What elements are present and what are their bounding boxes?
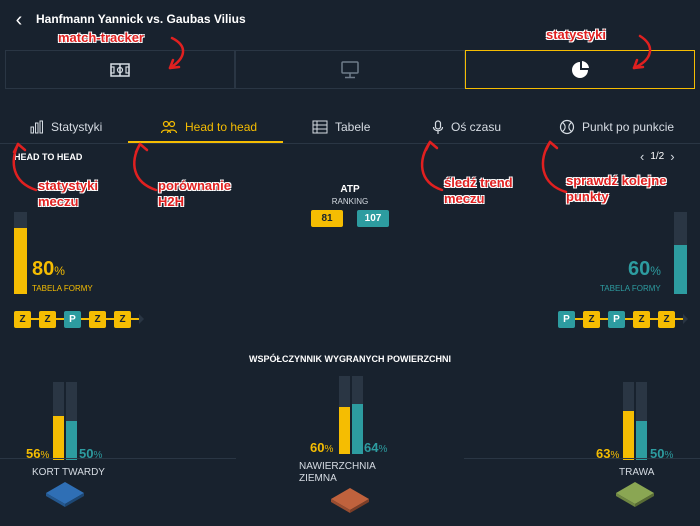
surface-p2-percent: 64% (364, 440, 388, 455)
divider (464, 458, 700, 459)
player2-result-chip[interactable]: Z (633, 310, 650, 328)
player1-result-chip[interactable]: Z (89, 310, 106, 328)
surface-p2-bar (66, 382, 77, 460)
surface-p1-percent: 60% (310, 440, 334, 455)
surface-title: WSPÓŁCZYNNIK WYGRANYCH POWIERZCHNI (249, 354, 451, 364)
player2-result-chip[interactable]: P (558, 310, 575, 328)
surface-p1-bar (623, 382, 634, 460)
player1-form-label: TABELA FORMY (32, 284, 93, 293)
grass-icon (616, 482, 654, 507)
player1-result-chip[interactable]: Z (14, 310, 31, 328)
surface-p2-fill (636, 421, 647, 460)
annotation-points-line1: sprawdź kolejne (566, 173, 667, 188)
divider (0, 458, 236, 459)
player2-form-percent: 60% (628, 258, 661, 280)
annotation-h2h-line1: porównanie (158, 178, 231, 193)
atp-label: ATP (340, 184, 360, 195)
surface-p1-value: 60 (310, 440, 325, 455)
annotation-h2h-line2: H2H (158, 194, 185, 209)
player2-result-chip[interactable]: P (608, 310, 625, 328)
player1-form-percent: 80% (32, 258, 65, 280)
player1-result-chip[interactable]: Z (39, 310, 56, 328)
player2-result-chip[interactable]: Z (583, 310, 600, 328)
surface-name: NAWIERZCHNIA ZIEMNA (299, 461, 376, 484)
surface-name: KORT TWARDY (32, 467, 105, 478)
player2-form-results: PZPZZ (558, 310, 688, 328)
chevron-right-icon (683, 314, 688, 324)
clay-icon (331, 488, 369, 513)
annotation-match-tracker: match-tracker (58, 30, 144, 45)
surface-p1-fill (623, 410, 634, 460)
player2-form-value: 60 (628, 258, 651, 280)
player1-form-bar (14, 212, 27, 294)
surface-p1-bar (339, 376, 350, 454)
player1-form-results: ZZPZZ (14, 310, 144, 328)
surface-p2-bar (352, 376, 363, 454)
annotation-statystyki: statystyki (546, 27, 606, 42)
chevron-right-icon (139, 314, 144, 324)
player1-form-value: 80 (32, 258, 55, 280)
player2-result-chip[interactable]: Z (658, 310, 675, 328)
player2-form-label: TABELA FORMY (600, 284, 661, 293)
player1-rank: 81 (311, 210, 343, 227)
player2-rank: 107 (357, 210, 389, 227)
player1-result-chip[interactable]: P (64, 310, 81, 328)
annotation-arrows (12, 34, 652, 194)
player1-form-fill (14, 228, 27, 294)
player2-form-fill (674, 244, 687, 294)
player1-result-chip[interactable]: Z (114, 310, 131, 328)
surface-p2-fill (352, 404, 363, 454)
annotation-stats-line1: statystyki (38, 178, 98, 193)
annotation-trend-line2: meczu (444, 191, 485, 206)
surface-p2-value: 64 (364, 440, 379, 455)
hard-court-icon (46, 482, 84, 507)
annotation-stats-line2: meczu (38, 194, 79, 209)
surface-p1-fill (339, 407, 350, 454)
player2-form-bar (674, 212, 687, 294)
ranking-label: RANKING (331, 197, 369, 206)
surface-p1-fill (53, 416, 64, 460)
annotation-trend-line1: śledź trend (444, 175, 513, 190)
annotation-points-line2: punkty (566, 189, 609, 204)
surface-p2-bar (636, 382, 647, 460)
surface-p1-bar (53, 382, 64, 460)
surface-name: TRAWA (619, 467, 655, 478)
surface-p2-fill (66, 421, 77, 460)
